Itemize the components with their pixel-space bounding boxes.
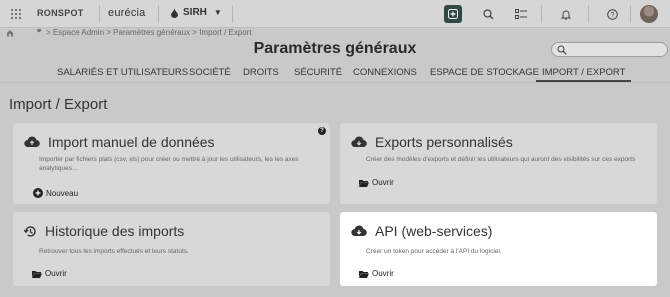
brand-logo-secondary: eurécia	[108, 7, 146, 19]
search-icon	[482, 8, 493, 19]
cloud-download-icon	[351, 225, 367, 237]
divider	[232, 5, 233, 23]
wrench-icon	[36, 28, 42, 36]
history-icon	[24, 225, 36, 237]
open-api-button[interactable]: Ouvrir	[359, 269, 394, 278]
breadcrumb: > Espace Admin > Paramètres généraux > I…	[6, 28, 252, 37]
tab-societe[interactable]: SOCIÉTÉ	[189, 66, 231, 82]
help-icon[interactable]: ?	[318, 127, 326, 135]
card-title: Exports personnalisés	[375, 134, 513, 150]
app-switcher-label: SIRH	[183, 7, 207, 18]
card-header: Import manuel de données	[24, 134, 215, 150]
help-button[interactable]: ?	[603, 5, 621, 23]
card-title: API (web-services)	[375, 223, 493, 239]
search-button[interactable]	[479, 5, 497, 23]
open-exports-button[interactable]: Ouvrir	[359, 178, 394, 187]
divider	[588, 5, 589, 23]
apps-grid-icon[interactable]	[10, 8, 22, 20]
search-icon	[557, 45, 567, 55]
top-bar: RONSPOT eurécia SIRH ▼ ?	[0, 0, 670, 28]
section-title: Import / Export	[9, 96, 108, 113]
chevron-down-icon: ▼	[213, 8, 222, 17]
tab-espace-stockage[interactable]: ESPACE DE STOCKAGE	[430, 66, 539, 82]
card-import-manuel: Import manuel de données ? Importer par …	[13, 123, 330, 204]
app-switcher[interactable]: SIRH ▼	[170, 7, 222, 18]
notifications-button[interactable]	[557, 5, 575, 23]
drop-icon	[171, 7, 178, 18]
divider	[158, 5, 159, 23]
add-icon	[448, 9, 458, 19]
card-title: Historique des imports	[45, 223, 185, 239]
tabs-divider	[0, 82, 670, 83]
help-icon: ?	[606, 8, 618, 20]
card-description: Créer un token pour accéder à l'API du l…	[366, 248, 502, 255]
folder-open-icon	[32, 270, 42, 278]
add-circle-icon	[33, 188, 43, 198]
open-history-button[interactable]: Ouvrir	[32, 269, 67, 278]
card-header: Exports personnalisés	[351, 134, 513, 150]
divider	[541, 5, 542, 23]
divider	[630, 5, 631, 23]
card-title: Import manuel de données	[48, 134, 215, 150]
bell-icon	[561, 10, 571, 19]
tab-import-export[interactable]: IMPORT / EXPORT	[536, 66, 632, 82]
open-label: Ouvrir	[45, 269, 67, 278]
tasks-button[interactable]	[512, 5, 530, 23]
card-header: API (web-services)	[351, 223, 492, 239]
card-description: Retrouver tous les imports effectués et …	[39, 248, 189, 255]
card-header: Historique des imports	[24, 223, 184, 239]
tab-droits[interactable]: DROITS	[243, 66, 279, 82]
svg-text:?: ?	[610, 12, 614, 19]
search-input[interactable]	[568, 44, 663, 55]
cloud-download-icon	[351, 136, 367, 148]
tasks-icon	[515, 8, 527, 19]
tab-securite[interactable]: SÉCURITÉ	[294, 66, 342, 82]
folder-open-icon	[359, 179, 369, 187]
tab-salaries-utilisateurs[interactable]: SALARIÉS ET UTILISATEURS	[57, 66, 188, 82]
new-import-button[interactable]: Nouveau	[33, 188, 78, 198]
breadcrumb-text[interactable]: > Espace Admin > Paramètres généraux > I…	[46, 28, 252, 37]
divider	[99, 5, 100, 23]
tab-connexions[interactable]: CONNEXIONS	[353, 66, 417, 82]
new-import-label: Nouveau	[46, 188, 79, 198]
home-icon	[7, 29, 13, 36]
card-description: Importer par fichiers plats (csv, xls) p…	[39, 156, 299, 172]
brand-logo-primary: RONSPOT	[37, 8, 84, 18]
open-label: Ouvrir	[372, 269, 394, 278]
add-button[interactable]	[444, 5, 462, 23]
search-field[interactable]	[551, 42, 668, 57]
card-exports-personnalises: Exports personnalisés Créer des modèles …	[340, 123, 657, 204]
cloud-upload-icon	[24, 136, 40, 148]
tabs-bar: SALARIÉS ET UTILISATEURS SOCIÉTÉ DROITS …	[0, 66, 670, 82]
card-description: Créer des modèles d'exports et définir l…	[366, 156, 636, 163]
card-api-web-services[interactable]: API (web-services) Créer un token pour a…	[340, 212, 657, 286]
avatar[interactable]	[640, 5, 658, 23]
open-label: Ouvrir	[372, 178, 394, 187]
folder-open-icon	[359, 270, 369, 278]
card-historique-imports: Historique des imports Retrouver tous le…	[13, 212, 330, 286]
